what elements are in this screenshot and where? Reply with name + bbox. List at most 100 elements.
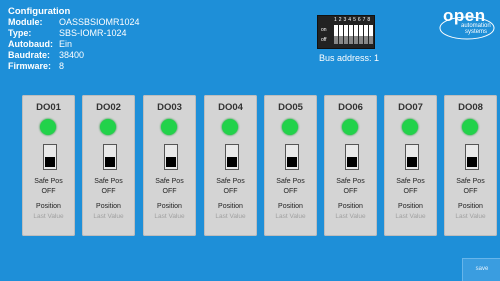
status-led-icon (282, 119, 298, 135)
switch-knob (166, 157, 176, 167)
config-title: Configuration (8, 6, 71, 17)
channel-card-do05: DO05 Safe Pos OFF Position Last Value (264, 95, 317, 236)
channel-name: DO06 (338, 102, 363, 113)
status-led-icon (342, 119, 358, 135)
position-label: Position (36, 203, 61, 210)
safe-pos-label: Safe Pos (216, 178, 245, 185)
dip-switch-1 (334, 25, 338, 44)
dip-switch-2 (339, 25, 343, 44)
status-led-icon (40, 119, 56, 135)
open-automation-logo: open automation systems (437, 6, 495, 42)
position-value[interactable]: Last Value (143, 213, 196, 220)
output-toggle-switch[interactable] (43, 144, 57, 170)
dip-switch: 1 2 3 4 5 6 7 8 on off (317, 15, 375, 49)
safe-pos-label: Safe Pos (396, 178, 425, 185)
position-label: Position (458, 203, 483, 210)
config-row-type: Type: SBS-IOMR-1024 (8, 28, 140, 39)
safe-pos-value[interactable]: OFF (204, 188, 257, 195)
output-toggle-switch[interactable] (225, 144, 239, 170)
status-led-icon (222, 119, 238, 135)
position-label: Position (218, 203, 243, 210)
config-key: Type: (8, 28, 32, 38)
position-label: Position (398, 203, 423, 210)
position-label: Position (96, 203, 121, 210)
safe-pos-value[interactable]: OFF (82, 188, 135, 195)
switch-knob (407, 157, 417, 167)
safe-pos-value[interactable]: OFF (444, 188, 497, 195)
output-toggle-switch[interactable] (164, 144, 178, 170)
safe-pos-value[interactable]: OFF (264, 188, 317, 195)
config-row-firmware: Firmware: 8 (8, 61, 140, 72)
safe-pos-label: Safe Pos (34, 178, 63, 185)
channel-card-do01: DO01 Safe Pos OFF Position Last Value (22, 95, 75, 236)
config-key: Baudrate: (8, 50, 51, 60)
safe-pos-value[interactable]: OFF (384, 188, 437, 195)
channel-name: DO07 (398, 102, 423, 113)
output-toggle-switch[interactable] (405, 144, 419, 170)
position-label: Position (157, 203, 182, 210)
position-value[interactable]: Last Value (324, 213, 377, 220)
dip-switch-numbers: 1 2 3 4 5 6 7 8 (334, 17, 371, 23)
config-row-baudrate: Baudrate: 38400 (8, 50, 140, 61)
safe-pos-value[interactable]: OFF (324, 188, 377, 195)
channel-card-do03: DO03 Safe Pos OFF Position Last Value (143, 95, 196, 236)
dip-switch-3 (344, 25, 348, 44)
dip-switch-6 (359, 25, 363, 44)
switch-knob (45, 157, 55, 167)
configuration-panel: Configuration Module: OASSBSIOMR1024 Typ… (8, 6, 140, 72)
position-value[interactable]: Last Value (384, 213, 437, 220)
channel-name: DO04 (218, 102, 243, 113)
safe-pos-label: Safe Pos (276, 178, 305, 185)
output-toggle-switch[interactable] (285, 144, 299, 170)
position-label: Position (278, 203, 303, 210)
bus-address: Bus address: 1 (319, 53, 380, 63)
position-value[interactable]: Last Value (204, 213, 257, 220)
channel-card-do08: DO08 Safe Pos OFF Position Last Value (444, 95, 497, 236)
config-key: Module: (8, 17, 43, 27)
dip-switch-4 (349, 25, 353, 44)
channel-name: DO08 (458, 102, 483, 113)
dip-switch-7 (364, 25, 368, 44)
config-value: 38400 (59, 50, 85, 60)
safe-pos-label: Safe Pos (155, 178, 184, 185)
position-value[interactable]: Last Value (82, 213, 135, 220)
output-toggle-switch[interactable] (465, 144, 479, 170)
switch-knob (347, 157, 357, 167)
dip-switch-8 (369, 25, 373, 44)
switch-knob (227, 157, 237, 167)
status-led-icon (402, 119, 418, 135)
status-led-icon (161, 119, 177, 135)
status-led-icon (462, 119, 478, 135)
output-toggle-switch[interactable] (103, 144, 117, 170)
safe-pos-label: Safe Pos (336, 178, 365, 185)
safe-pos-value[interactable]: OFF (22, 188, 75, 195)
config-key: Autobaud: (8, 39, 53, 49)
dip-off-label: off (321, 37, 327, 43)
output-channels: DO01 Safe Pos OFF Position Last Value DO… (22, 95, 500, 241)
safe-pos-label: Safe Pos (456, 178, 485, 185)
channel-card-do06: DO06 Safe Pos OFF Position Last Value (324, 95, 377, 236)
config-row-autobaud: Autobaud: Ein (8, 39, 140, 50)
config-value: OASSBSIOMR1024 (59, 17, 140, 27)
position-value[interactable]: Last Value (264, 213, 317, 220)
safe-pos-value[interactable]: OFF (143, 188, 196, 195)
switch-knob (467, 157, 477, 167)
dip-switch-5 (354, 25, 358, 44)
position-value[interactable]: Last Value (444, 213, 497, 220)
status-led-icon (100, 119, 116, 135)
channel-name: DO01 (36, 102, 61, 113)
output-toggle-switch[interactable] (345, 144, 359, 170)
config-value: SBS-IOMR-1024 (59, 28, 127, 38)
config-row-module: Module: OASSBSIOMR1024 (8, 17, 140, 28)
config-key: Firmware: (8, 61, 52, 71)
switch-knob (105, 157, 115, 167)
logo-sub2: systems (465, 29, 488, 35)
save-button[interactable]: save (462, 258, 500, 281)
channel-name: DO02 (96, 102, 121, 113)
config-value: 8 (59, 61, 65, 71)
position-value[interactable]: Last Value (22, 213, 75, 220)
save-button-label: save (475, 266, 489, 272)
channel-card-do07: DO07 Safe Pos OFF Position Last Value (384, 95, 437, 236)
safe-pos-label: Safe Pos (94, 178, 123, 185)
channel-card-do04: DO04 Safe Pos OFF Position Last Value (204, 95, 257, 236)
